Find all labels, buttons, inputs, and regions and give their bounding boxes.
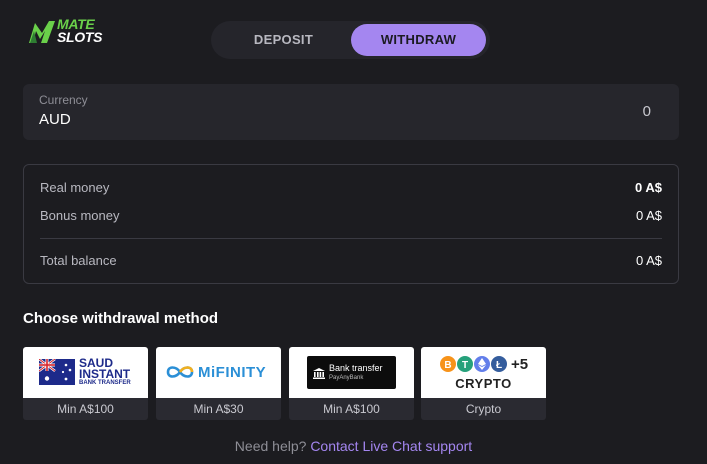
bonus-money-value: 0 A$ [635,208,662,223]
currency-label: Currency [39,93,88,107]
australia-flag-icon [39,359,75,385]
help-line: Need help? Contact Live Chat support [0,438,707,454]
method-caption: Min A$100 [23,398,148,420]
method-caption: Min A$100 [289,398,414,420]
help-text: Need help? [234,438,307,454]
method-saud-instant[interactable]: SAUD INSTANT BANK TRANSFER Min A$100 [23,347,148,420]
section-title: Choose withdrawal method [23,310,219,327]
method-crypto[interactable]: B T Ł +5 CRYPTO Crypto [421,347,546,420]
currency-value: AUD [39,111,71,128]
method-caption: Crypto [421,398,546,420]
real-money-value: 0 A$ [635,180,662,195]
saud-line2: INSTANT [79,367,131,381]
total-balance-value: 0 A$ [635,253,662,268]
mifinity-text: MiFINITY [198,364,267,381]
crypto-text: CRYPTO [455,376,512,391]
real-money-row: Real money 0 A$ [40,180,662,195]
mateslots-logo[interactable]: MATE SLOTS [27,16,111,48]
bonus-money-row: Bonus money 0 A$ [40,208,662,223]
currency-selector[interactable]: Currency AUD 0 [23,84,679,140]
bank-transfer-sub: PayAnyBank [329,375,364,381]
logo-text-slots: SLOTS [57,29,103,45]
method-mifinity[interactable]: MiFINITY Min A$30 [156,347,281,420]
crypto-coins-icon: B T Ł [440,356,507,372]
svg-text:Ł: Ł [496,360,502,371]
bank-transfer-logo: Bank transfer PayAnyBank [307,356,396,389]
total-balance-label: Total balance [40,253,117,268]
real-money-label: Real money [40,180,110,195]
logo-mark-icon [29,21,55,43]
svg-text:T: T [462,360,468,371]
balance-panel: Real money 0 A$ Bonus money 0 A$ Total b… [23,164,679,284]
svg-text:B: B [444,360,451,371]
total-balance-row: Total balance 0 A$ [40,253,662,268]
live-chat-link[interactable]: Contact Live Chat support [310,438,472,454]
balance-divider [40,238,662,239]
saud-line3: BANK TRANSFER [79,380,131,386]
deposit-withdraw-tabs: DEPOSIT WITHDRAW [211,21,490,59]
tab-deposit[interactable]: DEPOSIT [215,24,352,56]
method-bank-transfer[interactable]: Bank transfer PayAnyBank Min A$100 [289,347,414,420]
method-caption: Min A$30 [156,398,281,420]
bonus-money-label: Bonus money [40,208,120,223]
bank-icon [313,368,325,379]
infinity-icon [166,366,194,378]
currency-amount: 0 [642,103,651,120]
bank-transfer-title: Bank transfer [329,363,383,373]
tab-withdraw[interactable]: WITHDRAW [351,24,486,56]
crypto-more-count: +5 [511,356,529,373]
